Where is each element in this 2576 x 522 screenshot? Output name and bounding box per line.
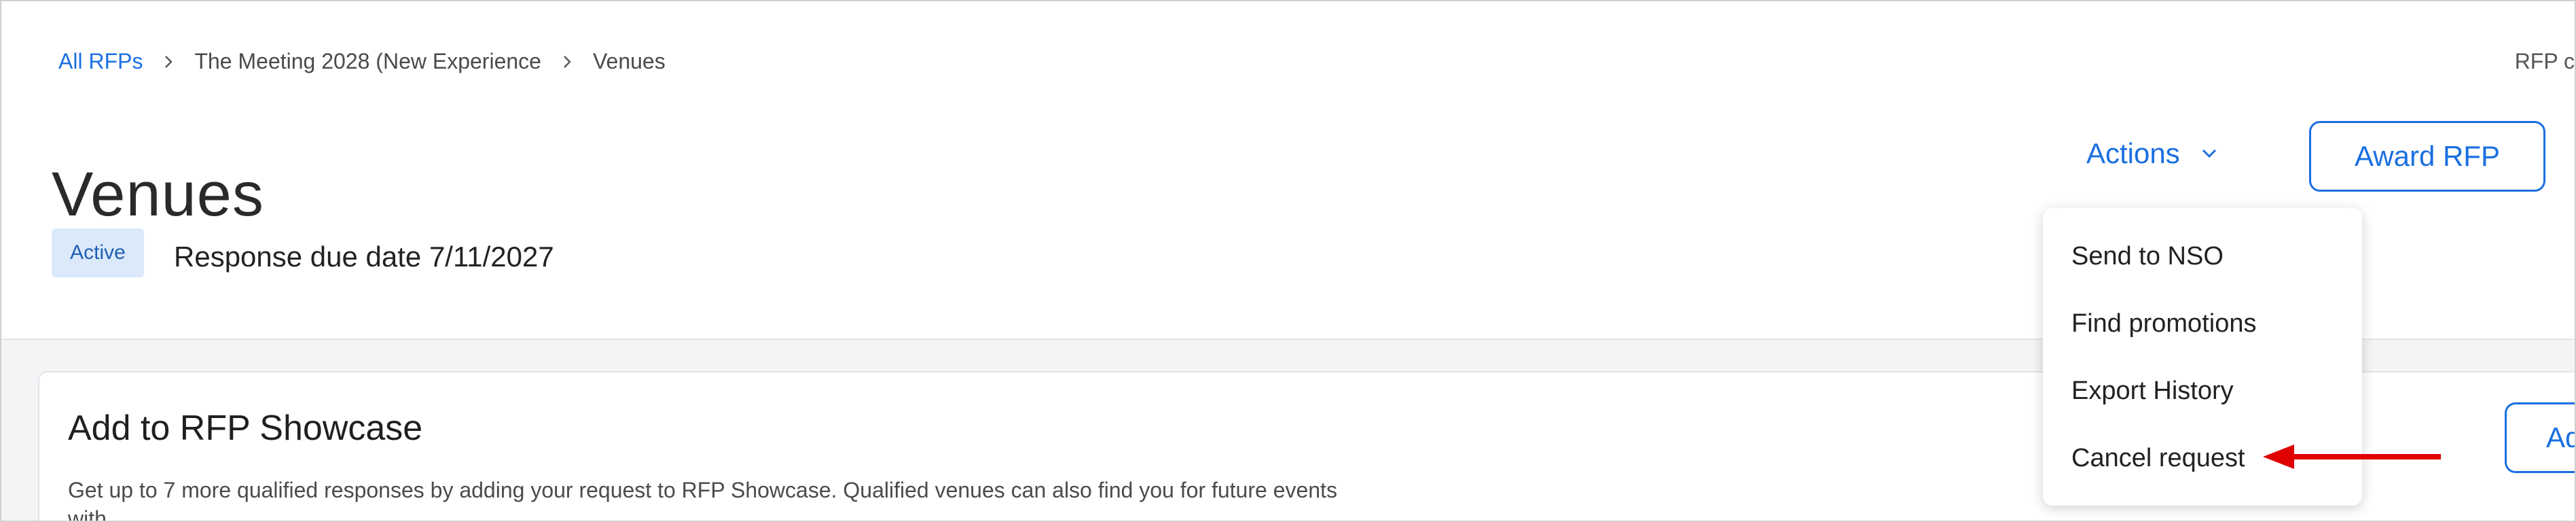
breadcrumb-all-rfps-link[interactable]: All RFPs [58,49,143,74]
menu-item-cancel-request[interactable]: Cancel request [2071,444,2245,473]
showcase-description: Get up to 7 more qualified responses by … [68,478,1337,522]
chevron-right-icon [564,55,571,68]
app-window: All RFPs The Meeting 2028 (New Experienc… [0,0,2576,522]
menu-item-send-to-nso[interactable]: Send to NSO [2071,242,2224,271]
actions-label: Actions [2086,137,2180,169]
breadcrumb: All RFPs The Meeting 2028 (New Experienc… [58,49,666,74]
menu-item-find-promotions[interactable]: Find promotions [2071,309,2256,338]
response-due-date: Response due date 7/11/2027 [174,241,554,273]
chevron-down-icon [2202,149,2216,158]
breadcrumb-meeting-link[interactable]: The Meeting 2028 (New Experience [194,49,541,74]
menu-item-export-history[interactable]: Export History [2071,377,2234,406]
status-badge: Active [52,228,144,277]
chevron-right-icon [165,55,173,68]
page-title: Venues [52,159,264,229]
red-arrow-icon [2263,445,2441,469]
award-rfp-button[interactable]: Award RFP [2309,121,2545,192]
rfp-corner-text: RFP c [2514,49,2575,73]
showcase-title: Add to RFP Showcase [68,408,423,448]
showcase-add-button[interactable]: Ad [2505,402,2575,473]
breadcrumb-current: Venues [592,49,666,73]
actions-dropdown-button[interactable]: Actions [2086,137,2219,170]
